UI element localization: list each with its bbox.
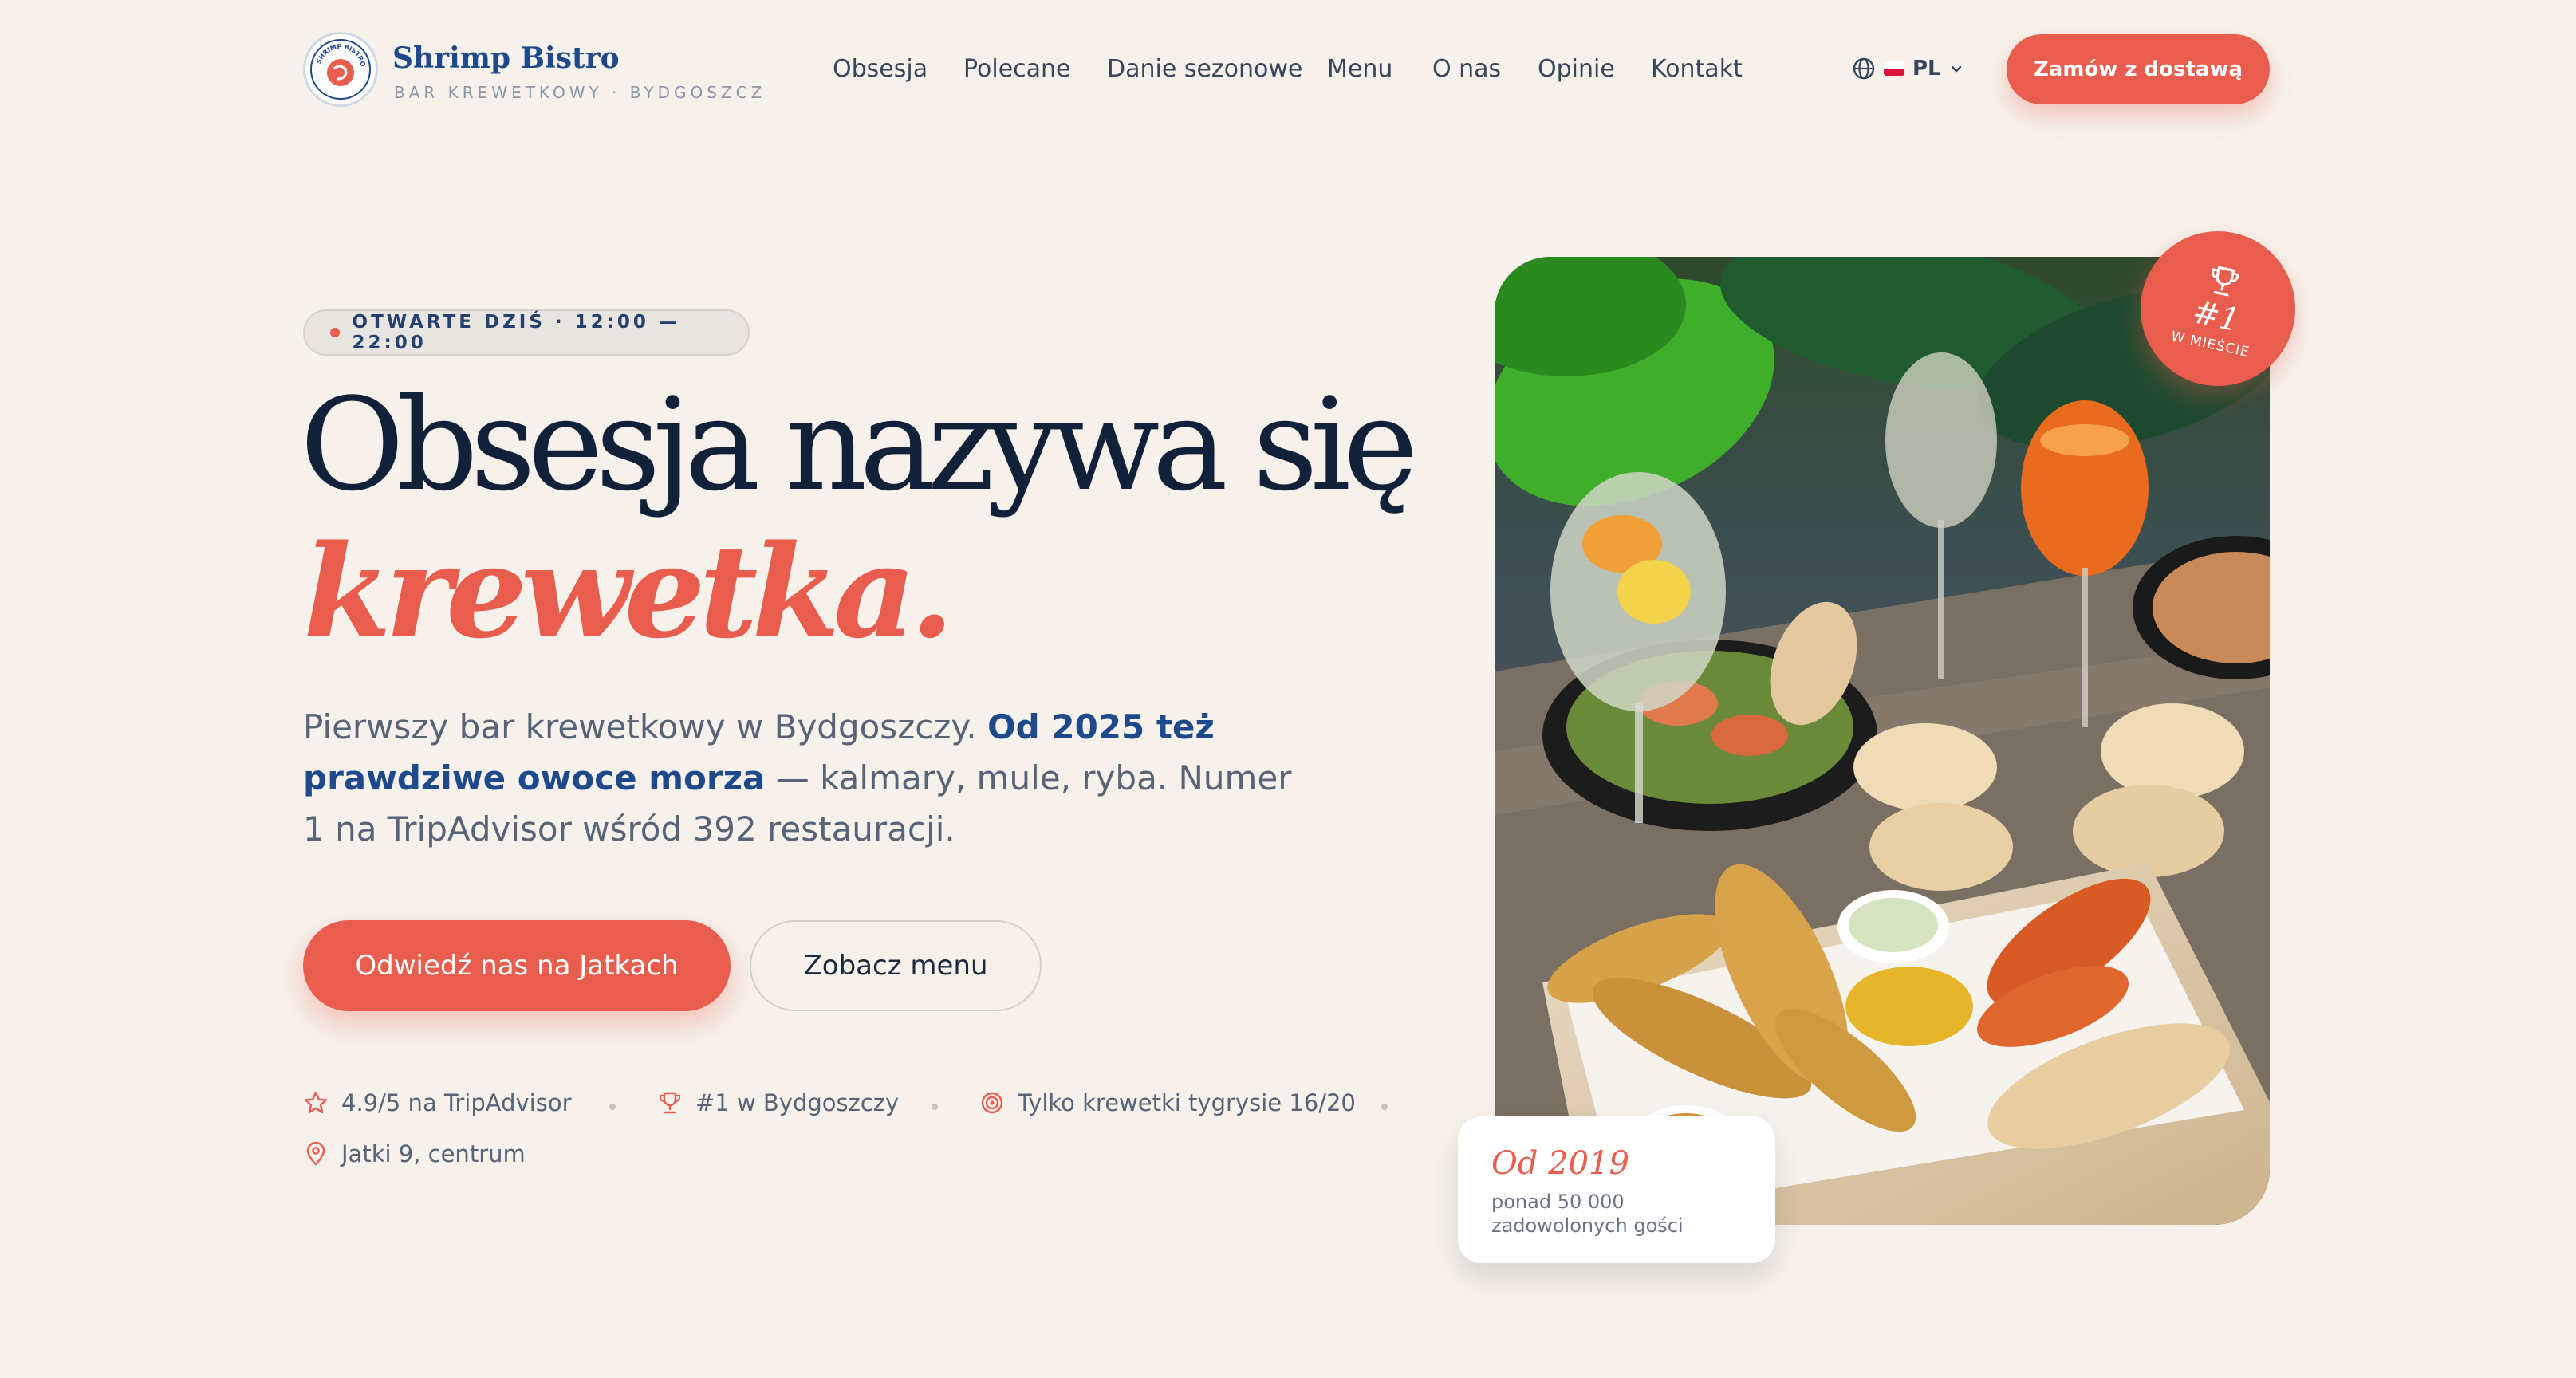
globe-icon [1853, 57, 1875, 80]
food-platter-illustration [1495, 257, 2270, 1225]
nav-item-kontakt[interactable]: Kontakt [1651, 55, 1743, 83]
brand-logo[interactable]: SHRIMP BISTRO [303, 32, 378, 107]
nav-item-polecane[interactable]: Polecane [963, 55, 1071, 83]
stat-rating-label: 4.9/5 na TripAdvisor [341, 1089, 572, 1116]
nav-item-danie-sezonowe[interactable]: Danie sezonowe [1107, 55, 1302, 83]
lead-text-1: Pierwszy bar krewetkowy w Bydgoszczy. [303, 707, 987, 746]
star-icon [304, 1091, 328, 1113]
language-switcher[interactable]: PL [1852, 51, 1964, 86]
since-card: Od 2019 ponad 50 000 zadowolonych gości [1458, 1116, 1775, 1263]
hero-headline-accent: krewetka. [303, 517, 955, 667]
rank-badge-number: #1 [2189, 293, 2243, 340]
nav-item-o-nas[interactable]: O nas [1432, 55, 1501, 83]
trophy-icon [659, 1092, 681, 1114]
brand-name[interactable]: Shrimp Bistro [392, 41, 620, 75]
language-code: PL [1912, 57, 1941, 81]
since-card-title: Od 2019 [1491, 1145, 1629, 1182]
hero-headline: Obsesja nazywa się [300, 370, 1419, 519]
nav-item-obsesja[interactable]: Obsesja [833, 55, 928, 83]
poland-flag-icon [1884, 61, 1904, 76]
shrimp-logo-icon: SHRIMP BISTRO [310, 39, 371, 100]
visit-us-button[interactable]: Odwiedź nas na Jatkach [303, 920, 731, 1011]
status-dot [330, 328, 340, 337]
map-pin-icon [306, 1141, 325, 1166]
food-platter-photo [1495, 257, 2270, 1225]
since-card-subtitle: ponad 50 000 zadowolonych gości [1491, 1191, 1684, 1237]
opening-hours-text: OTWARTE DZIŚ · 12:00 — 22:00 [352, 312, 680, 353]
brand-tagline: BAR KREWETKOWY · BYDGOSZCZ [394, 83, 766, 102]
stat-location: Jatki 9, centrum [303, 1140, 526, 1167]
order-delivery-button[interactable]: Zamów z dostawą [2007, 34, 2270, 104]
stat-separator [1381, 1104, 1388, 1110]
stat-shrimp-label: Tylko krewetki tygrysie 16/20 [1018, 1089, 1356, 1116]
spiral-icon [981, 1092, 1003, 1114]
nav-item-opinie[interactable]: Opinie [1538, 55, 1615, 83]
chevron-down-icon [1951, 65, 1961, 73]
opening-hours-badge: OTWARTE DZIŚ · 12:00 — 22:00 [303, 309, 750, 356]
trophy-icon [2212, 266, 2239, 297]
stat-rank: #1 w Bydgoszczy [657, 1089, 899, 1116]
stat-rating: 4.9/5 na TripAdvisor [303, 1089, 572, 1116]
see-menu-button[interactable]: Zobacz menu [750, 920, 1042, 1011]
stat-location-label: Jatki 9, centrum [341, 1140, 526, 1167]
stat-rank-label: #1 w Bydgoszczy [695, 1089, 900, 1116]
stat-separator [932, 1104, 938, 1110]
nav-item-menu[interactable]: Menu [1327, 55, 1392, 83]
stat-shrimp: Tylko krewetki tygrysie 16/20 [979, 1089, 1356, 1116]
hero-lead: Pierwszy bar krewetkowy w Bydgoszczy. Od… [303, 702, 1308, 855]
stat-separator [609, 1104, 616, 1110]
